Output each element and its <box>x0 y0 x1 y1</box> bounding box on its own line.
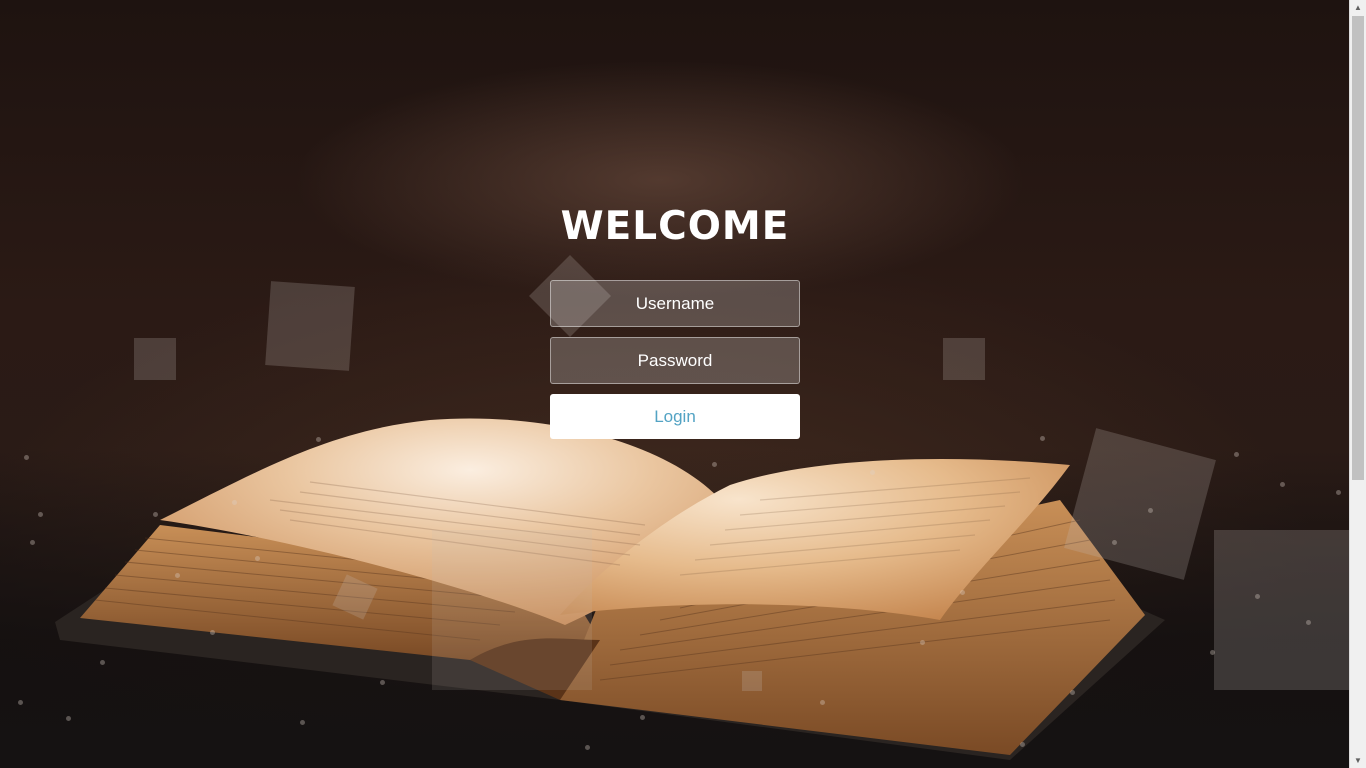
particle <box>1040 436 1045 441</box>
particle <box>210 630 215 635</box>
particle <box>1234 452 1239 457</box>
particle <box>820 700 825 705</box>
particle <box>18 700 23 705</box>
particle <box>1070 690 1075 695</box>
chevron-up-icon[interactable]: ▲ <box>1350 0 1366 15</box>
login-button[interactable]: Login <box>550 394 800 439</box>
particle <box>100 660 105 665</box>
particle <box>870 470 875 475</box>
particle <box>1112 540 1117 545</box>
particle <box>24 455 29 460</box>
floating-square <box>134 338 176 380</box>
login-form: WELCOME Login <box>550 200 800 439</box>
particle <box>960 590 965 595</box>
particle <box>153 512 158 517</box>
password-input[interactable] <box>550 337 800 384</box>
chevron-down-icon[interactable]: ▼ <box>1350 753 1366 768</box>
particle <box>38 512 43 517</box>
particle <box>920 640 925 645</box>
floating-square <box>943 338 985 380</box>
particle <box>316 437 321 442</box>
particle <box>380 680 385 685</box>
particle <box>1210 650 1215 655</box>
floating-square <box>742 671 762 691</box>
particle <box>1280 482 1285 487</box>
login-page: WELCOME Login ▲ ▼ <box>0 0 1366 768</box>
particle <box>640 715 645 720</box>
floating-square <box>1214 530 1354 690</box>
particle <box>1336 490 1341 495</box>
particle <box>30 540 35 545</box>
username-input[interactable] <box>550 280 800 327</box>
scrollbar-thumb[interactable] <box>1352 16 1364 480</box>
particle <box>1148 508 1153 513</box>
particle <box>66 716 71 721</box>
welcome-title: WELCOME <box>560 204 790 249</box>
particle <box>255 556 260 561</box>
particle <box>1306 620 1311 625</box>
vertical-scrollbar[interactable]: ▲ ▼ <box>1349 0 1366 768</box>
particle <box>175 573 180 578</box>
particle <box>232 500 237 505</box>
floating-square <box>432 530 592 690</box>
particle <box>1255 594 1260 599</box>
particle <box>300 720 305 725</box>
particle <box>585 745 590 750</box>
floating-square <box>265 281 355 371</box>
particle <box>1020 742 1025 747</box>
particle <box>712 462 717 467</box>
